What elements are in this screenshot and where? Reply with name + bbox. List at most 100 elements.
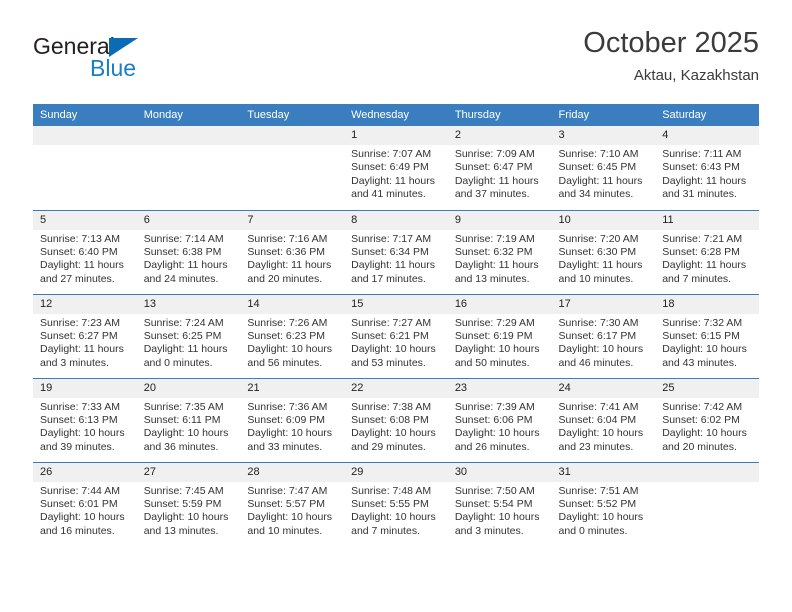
calendar-day-cell[interactable]: 30 Sunrise: 7:50 AM Sunset: 5:54 PM Dayligh… <box>447 461 552 546</box>
sunset-text: Sunset: 5:55 PM <box>351 497 429 510</box>
weekday-header-wednesday: Wednesday <box>344 104 448 126</box>
sunrise-text: Sunrise: 7:09 AM <box>454 148 535 160</box>
daylight-text-line1: Daylight: 11 hours <box>351 259 435 272</box>
calendar-day-cell[interactable]: 22 Sunrise: 7:38 AM Sunset: 6:08 PM Dayligh… <box>344 377 448 462</box>
calendar-day-cell[interactable]: 12 Sunrise: 7:23 AM Sunset: 6:27 PM Dayligh… <box>33 293 137 378</box>
calendar-day-cell[interactable]: 29 Sunrise: 7:48 AM Sunset: 5:55 PM Dayligh… <box>344 461 448 546</box>
calendar-week-row: 12 Sunrise: 7:23 AM Sunset: 6:27 PM Dayligh… <box>33 293 759 378</box>
calendar-day-cell[interactable]: 13 Sunrise: 7:24 AM Sunset: 6:25 PM Dayligh… <box>136 293 241 378</box>
calendar-day-cell[interactable]: 1 Sunrise: 7:07 AM Sunset: 6:49 PM Daylight… <box>344 126 448 210</box>
sunset-text: Sunset: 6:02 PM <box>662 413 740 426</box>
weekday-header-tuesday: Tuesday <box>240 104 345 126</box>
calendar-day-cell[interactable]: 25 Sunrise: 7:42 AM Sunset: 6:02 PM Dayligh… <box>655 377 759 462</box>
sunset-text: Sunset: 6:30 PM <box>558 245 637 258</box>
page-header: General Blue October 2025 Aktau, Kazakhs… <box>33 26 759 96</box>
calendar-day-cell[interactable]: 6 Sunrise: 7:14 AM Sunset: 6:38 PM Daylight… <box>136 209 241 294</box>
calendar-day-cell[interactable]: 16 Sunrise: 7:29 AM Sunset: 6:19 PM Dayligh… <box>447 293 552 378</box>
day-info: Sunrise: 7:41 AM Sunset: 6:04 PM Daylight:… <box>552 398 656 455</box>
calendar-day-cell[interactable]: 27 Sunrise: 7:45 AM Sunset: 5:59 PM Dayligh… <box>136 461 241 546</box>
calendar-day-cell[interactable]: 20 Sunrise: 7:35 AM Sunset: 6:11 PM Dayligh… <box>136 377 241 462</box>
daylight-text-line2: and 23 minutes. <box>558 440 634 453</box>
sunset-text: Sunset: 6:08 PM <box>351 413 429 426</box>
calendar-day-cell[interactable]: 17 Sunrise: 7:30 AM Sunset: 6:17 PM Dayligh… <box>551 293 656 378</box>
day-number: 11 <box>655 210 759 230</box>
logo-text-blue: Blue <box>90 55 137 81</box>
day-number: 13 <box>136 294 241 314</box>
calendar-day-cell[interactable]: 11 Sunrise: 7:21 AM Sunset: 6:28 PM Dayligh… <box>655 209 759 294</box>
daylight-text-line1: Daylight: 10 hours <box>454 343 540 356</box>
sunrise-text: Sunrise: 7:17 AM <box>351 232 432 245</box>
daylight-text-line2: and 10 minutes. <box>247 524 323 537</box>
day-info: Sunrise: 7:10 AM Sunset: 6:45 PM Daylight:… <box>552 145 656 202</box>
calendar-day-cell[interactable]: 21 Sunrise: 7:36 AM Sunset: 6:09 PM Dayligh… <box>240 377 345 462</box>
daylight-text-line1: Daylight: 11 hours <box>558 174 643 187</box>
calendar-day-cell[interactable]: 3 Sunrise: 7:10 AM Sunset: 6:45 PM Daylight… <box>551 126 656 210</box>
sunrise-text: Sunrise: 7:19 AM <box>454 232 535 245</box>
general-blue-logo[interactable]: General Blue <box>33 34 223 90</box>
day-number: 16 <box>447 294 552 314</box>
daylight-text-line1: Daylight: 10 hours <box>247 511 333 524</box>
calendar-day-cell-empty <box>136 126 241 210</box>
daylight-text-line1: Daylight: 10 hours <box>454 427 540 440</box>
day-number: 7 <box>240 210 345 230</box>
sunrise-text: Sunrise: 7:30 AM <box>558 316 639 329</box>
day-number: 15 <box>344 294 448 314</box>
calendar-day-cell[interactable]: 14 Sunrise: 7:26 AM Sunset: 6:23 PM Dayligh… <box>240 293 345 378</box>
day-info: Sunrise: 7:29 AM Sunset: 6:19 PM Daylight:… <box>448 314 552 371</box>
day-number: 28 <box>240 462 345 482</box>
calendar-day-cell[interactable]: 8 Sunrise: 7:17 AM Sunset: 6:34 PM Daylight… <box>344 209 448 294</box>
sunset-text: Sunset: 6:17 PM <box>558 329 637 342</box>
calendar-day-cell[interactable]: 26 Sunrise: 7:44 AM Sunset: 6:01 PM Dayligh… <box>33 461 137 546</box>
sunset-text: Sunset: 6:13 PM <box>40 413 118 426</box>
calendar-day-cell[interactable]: 28 Sunrise: 7:47 AM Sunset: 5:57 PM Dayligh… <box>240 461 345 546</box>
sunset-text: Sunset: 6:01 PM <box>40 497 118 510</box>
calendar-day-cell[interactable]: 24 Sunrise: 7:41 AM Sunset: 6:04 PM Dayligh… <box>551 377 656 462</box>
day-number: 10 <box>551 210 656 230</box>
sunrise-text: Sunrise: 7:20 AM <box>558 232 639 245</box>
daylight-text-line2: and 41 minutes. <box>351 188 426 201</box>
sunrise-text: Sunrise: 7:26 AM <box>247 316 328 329</box>
daylight-text-line1: Daylight: 10 hours <box>143 511 229 524</box>
calendar-day-cell[interactable]: 5 Sunrise: 7:13 AM Sunset: 6:40 PM Daylight… <box>33 209 137 294</box>
day-info: Sunrise: 7:26 AM Sunset: 6:23 PM Daylight:… <box>240 314 344 371</box>
day-number: 2 <box>447 126 552 145</box>
calendar-day-cell[interactable]: 2 Sunrise: 7:09 AM Sunset: 6:47 PM Daylight… <box>447 126 552 210</box>
title-block: October 2025 Aktau, Kazakhstan <box>583 26 759 86</box>
calendar-day-cell-empty <box>240 126 345 210</box>
sunset-text: Sunset: 6:47 PM <box>454 161 533 174</box>
daylight-text-line1: Daylight: 10 hours <box>247 343 333 356</box>
weekday-header-thursday: Thursday <box>447 104 552 126</box>
sunrise-text: Sunrise: 7:45 AM <box>143 484 224 497</box>
day-number: 31 <box>551 462 656 482</box>
daylight-text-line2: and 37 minutes. <box>454 188 530 201</box>
weekday-header-saturday: Saturday <box>655 104 759 126</box>
daylight-text-line1: Daylight: 10 hours <box>558 343 644 356</box>
calendar-day-cell[interactable]: 15 Sunrise: 7:27 AM Sunset: 6:21 PM Dayligh… <box>344 293 448 378</box>
daylight-text-line2: and 39 minutes. <box>40 440 115 453</box>
daylight-text-line2: and 43 minutes. <box>662 356 737 369</box>
day-info: Sunrise: 7:32 AM Sunset: 6:15 PM Daylight:… <box>655 314 759 371</box>
calendar-day-cell[interactable]: 7 Sunrise: 7:16 AM Sunset: 6:36 PM Daylight… <box>240 209 345 294</box>
daylight-text-line1: Daylight: 10 hours <box>662 427 747 440</box>
calendar-day-cell[interactable]: 9 Sunrise: 7:19 AM Sunset: 6:32 PM Daylight… <box>447 209 552 294</box>
sunset-text: Sunset: 5:57 PM <box>247 497 326 510</box>
calendar-day-cell[interactable]: 18 Sunrise: 7:32 AM Sunset: 6:15 PM Dayligh… <box>655 293 759 378</box>
day-info: Sunrise: 7:09 AM Sunset: 6:47 PM Daylight:… <box>448 145 552 202</box>
daylight-text-line2: and 13 minutes. <box>454 272 530 285</box>
day-number: 26 <box>33 462 137 482</box>
daylight-text-line1: Daylight: 11 hours <box>40 259 124 272</box>
calendar-day-cell[interactable]: 31 Sunrise: 7:51 AM Sunset: 5:52 PM Dayligh… <box>551 461 656 546</box>
calendar-day-cell[interactable]: 10 Sunrise: 7:20 AM Sunset: 6:30 PM Dayligh… <box>551 209 656 294</box>
day-number <box>33 126 137 145</box>
day-number: 29 <box>344 462 448 482</box>
daylight-text-line2: and 36 minutes. <box>143 440 219 453</box>
calendar-day-cell[interactable]: 23 Sunrise: 7:39 AM Sunset: 6:06 PM Dayligh… <box>447 377 552 462</box>
daylight-text-line1: Daylight: 10 hours <box>351 343 436 356</box>
calendar-day-cell[interactable]: 4 Sunrise: 7:11 AM Sunset: 6:43 PM Daylight… <box>655 126 759 210</box>
sunrise-text: Sunrise: 7:32 AM <box>662 316 743 329</box>
sunrise-text: Sunrise: 7:36 AM <box>247 400 328 413</box>
calendar-day-cell[interactable]: 19 Sunrise: 7:33 AM Sunset: 6:13 PM Dayligh… <box>33 377 137 462</box>
sunrise-text: Sunrise: 7:29 AM <box>454 316 535 329</box>
sunset-text: Sunset: 6:36 PM <box>247 245 326 258</box>
daylight-text-line1: Daylight: 11 hours <box>662 174 747 187</box>
